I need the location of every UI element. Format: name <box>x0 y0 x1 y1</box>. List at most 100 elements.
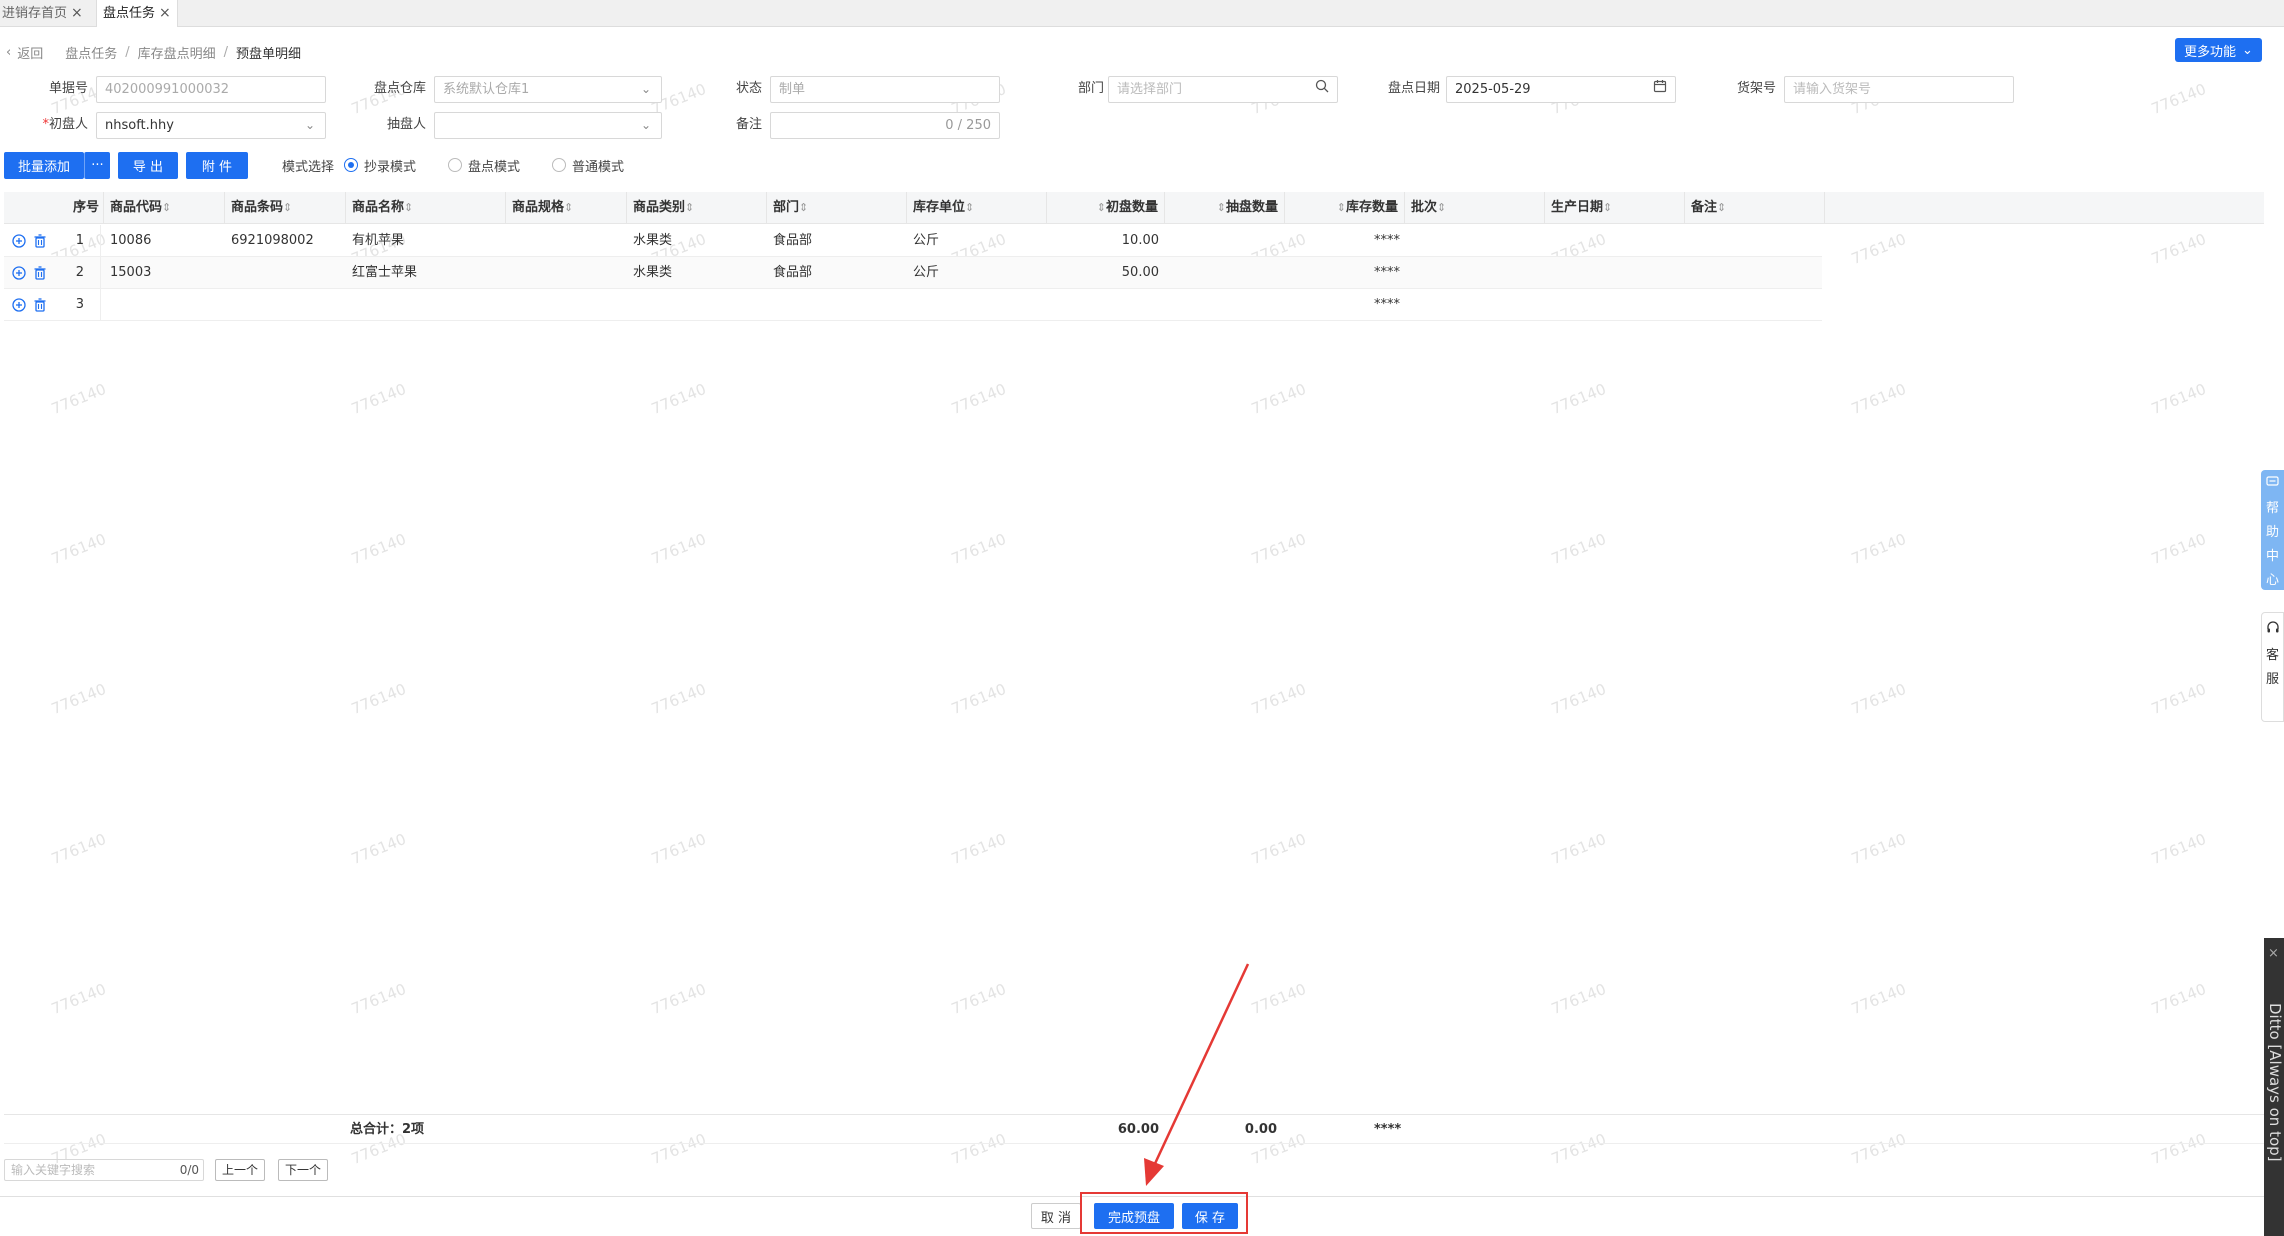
remark-input[interactable]: 0 / 250 <box>770 112 1000 139</box>
cell-unit[interactable]: 公斤 <box>913 225 1043 257</box>
col-label: 商品名称 <box>352 200 405 215</box>
close-icon[interactable]: × <box>2268 946 2279 961</box>
watermark-text: 776140 <box>1548 529 1609 569</box>
col-first-qty[interactable]: ⇕初盘数量 <box>1047 192 1165 224</box>
col-barcode[interactable]: 商品条码⇕ <box>225 192 346 224</box>
export-button[interactable]: 导 出 <box>118 152 178 179</box>
crumb-inventory-detail[interactable]: 库存盘点明细 <box>138 43 216 62</box>
cell-dept[interactable]: 食品部 <box>773 225 903 257</box>
close-icon[interactable]: × <box>71 0 83 27</box>
cell-unit[interactable] <box>913 289 1043 321</box>
cell-stock-qty[interactable]: **** <box>1374 225 1434 257</box>
department-select[interactable]: 请选择部门 <box>1108 76 1338 103</box>
help-char: 中 <box>2265 549 2279 564</box>
doc-no-value: 402000991000032 <box>105 82 230 97</box>
col-mfg-date[interactable]: 生产日期⇕ <box>1545 192 1685 224</box>
col-code[interactable]: 商品代码⇕ <box>104 192 225 224</box>
crumb-count-task[interactable]: 盘点任务 <box>65 43 117 62</box>
watermark-text: 776140 <box>648 529 709 569</box>
watermark-text: 776140 <box>348 679 409 719</box>
cell-barcode[interactable] <box>231 289 346 321</box>
crumb-separator: / <box>125 44 130 60</box>
next-match-button[interactable]: 下一个 <box>278 1159 329 1181</box>
batch-add-more-button[interactable]: ··· <box>84 152 110 179</box>
radio-circle <box>552 158 567 172</box>
cell-spec[interactable] <box>512 289 627 321</box>
cell-category[interactable] <box>633 289 763 321</box>
watermark-text: 776140 <box>948 379 1009 419</box>
department-placeholder: 请选择部门 <box>1117 82 1183 97</box>
keyword-search-input[interactable]: 输入关键字搜索 0/0 <box>4 1159 204 1181</box>
cell-category[interactable]: 水果类 <box>633 257 763 289</box>
col-sample-qty[interactable]: ⇕抽盘数量 <box>1165 192 1285 224</box>
more-functions-button[interactable]: 更多功能 ⌄ <box>2175 38 2262 62</box>
table-row[interactable]: 1 10086 6921098002 有机苹果 水果类 食品部 公斤 10.00 **** <box>4 225 1822 257</box>
cell-code[interactable] <box>110 289 225 321</box>
cancel-button[interactable]: 取 消 <box>1031 1203 1081 1229</box>
watermark-text: 776140 <box>948 529 1009 569</box>
highlight-box <box>1080 1192 1248 1234</box>
count-date-value: 2025-05-29 <box>1455 82 1531 97</box>
watermark-text: 776140 <box>648 679 709 719</box>
sampler-select[interactable]: ⌄ <box>434 112 662 139</box>
cancel-label: 取 消 <box>1040 1210 1072 1226</box>
col-batch[interactable]: 批次⇕ <box>1405 192 1545 224</box>
cell-spec[interactable] <box>512 257 627 289</box>
cell-name[interactable] <box>352 289 502 321</box>
col-unit[interactable]: 库存单位⇕ <box>907 192 1047 224</box>
col-dept[interactable]: 部门⇕ <box>767 192 907 224</box>
cell-code[interactable]: 15003 <box>110 257 225 289</box>
prev-match-button[interactable]: 上一个 <box>215 1159 266 1181</box>
col-stock-qty[interactable]: ⇕库存数量 <box>1285 192 1405 224</box>
attachment-button[interactable]: 附 件 <box>186 152 248 179</box>
cell-sample-qty[interactable] <box>1165 257 1277 289</box>
shelf-no-input[interactable]: 请输入货架号 <box>1784 76 2014 103</box>
cell-barcode[interactable]: 6921098002 <box>231 225 346 257</box>
cell-category[interactable]: 水果类 <box>633 225 763 257</box>
cell-stock-qty[interactable]: **** <box>1374 257 1434 289</box>
back-link[interactable]: ‹ 返回 <box>6 43 43 62</box>
cell-sample-qty[interactable] <box>1165 289 1277 321</box>
cell-dept[interactable]: 食品部 <box>773 257 903 289</box>
watermark-text: 776140 <box>1848 979 1909 1019</box>
close-icon[interactable]: × <box>159 0 171 27</box>
radio-label: 抄录模式 <box>364 159 417 175</box>
cell-first-qty[interactable]: 50.00 <box>1047 257 1159 289</box>
headset-icon <box>2266 621 2280 639</box>
col-spec[interactable]: 商品规格⇕ <box>506 192 627 224</box>
tab-inventory-home[interactable]: 进销存首页 × <box>0 0 89 27</box>
batch-add-button[interactable]: 批量添加 <box>4 152 84 179</box>
first-counter-select[interactable]: nhsoft.hhy ⌄ <box>96 112 326 139</box>
table-row[interactable]: 2 15003 红富士苹果 水果类 食品部 公斤 50.00 **** <box>4 257 1822 289</box>
tab-count-task[interactable]: 盘点任务 × <box>96 0 178 27</box>
cell-unit[interactable]: 公斤 <box>913 257 1043 289</box>
doc-no-label: 单据号 <box>48 81 88 96</box>
help-center-widget[interactable]: 帮 助 中 心 <box>2261 470 2284 590</box>
cell-name[interactable]: 红富士苹果 <box>352 257 502 289</box>
cell-dept[interactable] <box>773 289 903 321</box>
cell-seq[interactable]: 1 <box>4 225 84 257</box>
radio-copy-mode[interactable]: 抄录模式 <box>344 156 416 175</box>
col-category[interactable]: 商品类别⇕ <box>627 192 767 224</box>
cell-sample-qty[interactable] <box>1165 225 1277 257</box>
col-name[interactable]: 商品名称⇕ <box>346 192 506 224</box>
col-label: 库存单位 <box>913 200 966 215</box>
radio-count-mode[interactable]: 盘点模式 <box>448 156 520 175</box>
table-row[interactable]: 3 **** <box>4 289 1822 321</box>
customer-service-widget[interactable]: 客 服 <box>2261 612 2284 722</box>
cell-spec[interactable] <box>512 225 627 257</box>
cell-code[interactable]: 10086 <box>110 225 225 257</box>
radio-normal-mode[interactable]: 普通模式 <box>552 156 624 175</box>
cell-seq[interactable]: 3 <box>4 289 84 321</box>
cell-barcode[interactable] <box>231 257 346 289</box>
cell-first-qty[interactable]: 10.00 <box>1047 225 1159 257</box>
count-date-picker[interactable]: 2025-05-29 <box>1446 76 1676 103</box>
cell-seq[interactable]: 2 <box>4 257 84 289</box>
cell-stock-qty[interactable]: **** <box>1374 289 1434 321</box>
watermark-text: 776140 <box>1548 379 1609 419</box>
cell-name[interactable]: 有机苹果 <box>352 225 502 257</box>
ditto-window-strip[interactable]: × Ditto [Always on top] <box>2264 938 2284 1236</box>
col-remark[interactable]: 备注⇕ <box>1685 192 1825 224</box>
cell-first-qty[interactable] <box>1047 289 1159 321</box>
warehouse-select[interactable]: 系统默认仓库1 ⌄ <box>434 76 662 103</box>
